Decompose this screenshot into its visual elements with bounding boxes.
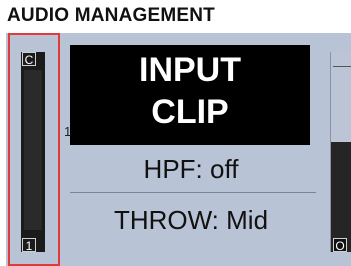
input-clip-alert: INPUT CLIP (70, 45, 310, 145)
partial-label: 1 (64, 124, 72, 139)
alert-line-2: CLIP (151, 93, 229, 131)
hpf-setting[interactable]: HPF: off (60, 154, 322, 185)
selection-highlight (8, 33, 60, 266)
meter-level-fill (331, 142, 351, 252)
meter-segment (333, 66, 351, 67)
divider (70, 192, 316, 193)
meter-channel-label: O (333, 238, 347, 253)
page-title: AUDIO MANAGEMENT (7, 5, 215, 26)
alert-line-1: INPUT (139, 51, 241, 89)
right-audio-meter[interactable]: O (330, 52, 351, 253)
throw-setting[interactable]: THROW: Mid (60, 205, 322, 236)
